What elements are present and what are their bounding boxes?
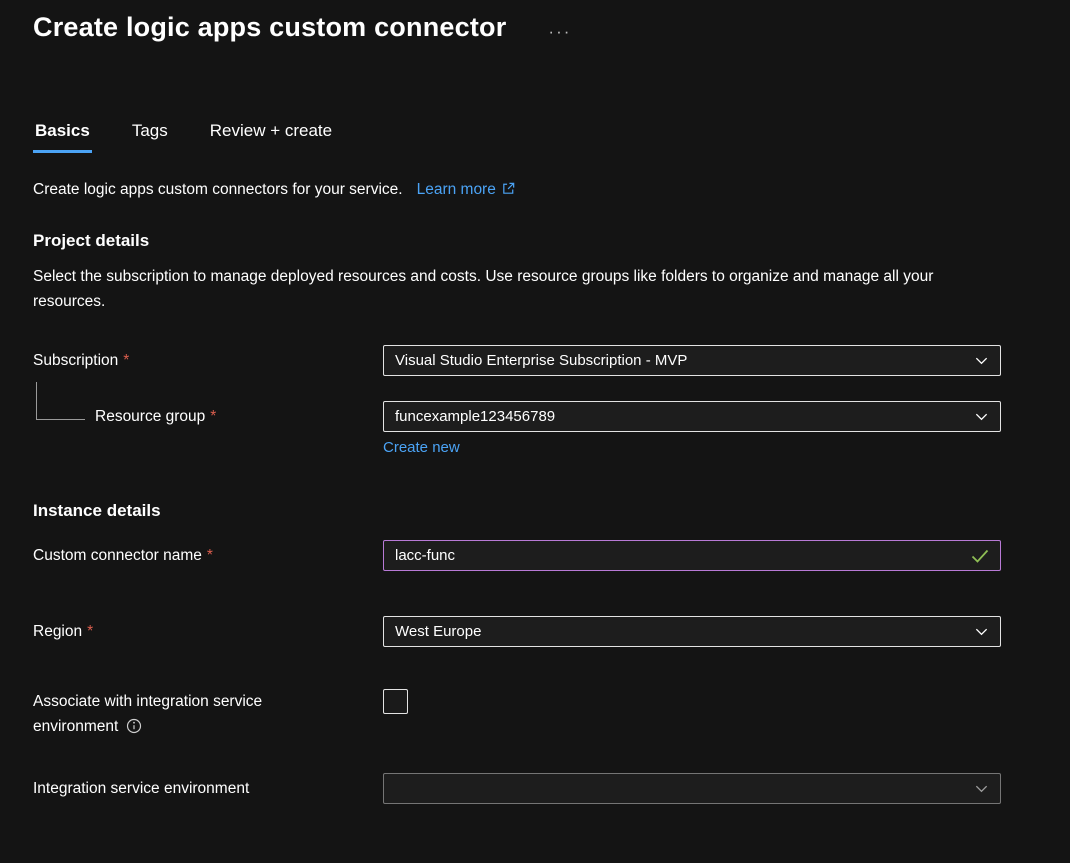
required-asterisk: * [87, 623, 93, 640]
create-connector-page: Create logic apps custom connector ··· B… [0, 0, 1070, 804]
project-details-heading: Project details [33, 231, 1001, 251]
valid-check-icon [971, 549, 989, 563]
resource-group-value: funcexample123456789 [395, 408, 974, 425]
create-new-wrap: Create new [33, 439, 1001, 457]
region-dropdown[interactable]: West Europe [383, 616, 1001, 647]
project-details-description: Select the subscription to manage deploy… [33, 264, 958, 314]
resource-group-label: Resource group* [33, 404, 383, 429]
subscription-value: Visual Studio Enterprise Subscription - … [395, 352, 974, 369]
subscription-row: Subscription* Visual Studio Enterprise S… [33, 345, 1001, 376]
info-icon[interactable] [126, 718, 142, 734]
ise-select-label: Integration service environment [33, 776, 383, 801]
region-label: Region* [33, 619, 383, 644]
chevron-down-icon [974, 409, 989, 424]
tree-connector-line [36, 382, 85, 420]
more-options-button[interactable]: ··· [548, 22, 571, 42]
external-link-icon [501, 181, 516, 196]
tab-tags[interactable]: Tags [130, 121, 170, 153]
connector-name-input[interactable] [395, 547, 971, 564]
page-title: Create logic apps custom connector [33, 12, 506, 43]
connector-name-row: Custom connector name* [33, 540, 1001, 571]
ise-dropdown [383, 773, 1001, 804]
ise-checkbox[interactable] [383, 689, 408, 714]
required-asterisk: * [210, 408, 216, 425]
region-row: Region* West Europe [33, 616, 1001, 647]
resource-group-dropdown[interactable]: funcexample123456789 [383, 401, 1001, 432]
required-asterisk: * [123, 352, 129, 369]
learn-more-label: Learn more [417, 181, 496, 198]
page-header: Create logic apps custom connector ··· [33, 12, 1001, 43]
ise-select-row: Integration service environment [33, 773, 1001, 804]
intro-text: Create logic apps custom connectors for … [33, 181, 403, 199]
connector-name-field [383, 540, 1001, 571]
chevron-down-icon [974, 781, 989, 796]
connector-name-label: Custom connector name* [33, 543, 383, 568]
region-value: West Europe [395, 623, 974, 640]
tab-basics[interactable]: Basics [33, 121, 92, 153]
tab-strip: Basics Tags Review + create [33, 121, 1001, 153]
subscription-dropdown[interactable]: Visual Studio Enterprise Subscription - … [383, 345, 1001, 376]
chevron-down-icon [974, 624, 989, 639]
intro-line: Create logic apps custom connectors for … [33, 181, 1001, 199]
create-new-link[interactable]: Create new [383, 439, 460, 456]
learn-more-link[interactable]: Learn more [417, 181, 516, 199]
tab-review-create[interactable]: Review + create [208, 121, 334, 153]
instance-details-heading: Instance details [33, 501, 1001, 521]
subscription-label: Subscription* [33, 348, 383, 373]
chevron-down-icon [974, 353, 989, 368]
resource-group-row: Resource group* funcexample123456789 [33, 401, 1001, 432]
required-asterisk: * [207, 547, 213, 564]
ise-checkbox-label: Associate with integration service envir… [33, 689, 383, 739]
ise-checkbox-row: Associate with integration service envir… [33, 689, 1001, 745]
